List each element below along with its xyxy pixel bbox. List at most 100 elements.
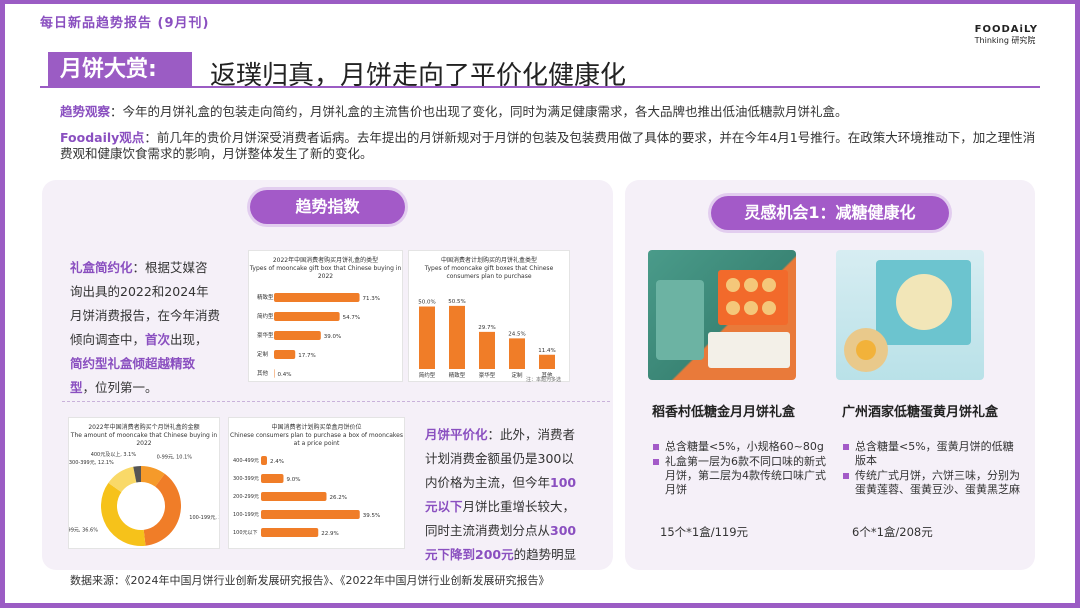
c1-bar (274, 331, 321, 340)
c1-value-label: 54.7% (343, 315, 360, 321)
para1-text2: 出现， (170, 332, 208, 347)
c4-bar (261, 456, 267, 465)
c4-plot: 400-499元 2.4% 300-399元 9.0% 200-299元 26.2% 100… (233, 456, 380, 537)
c2-bar (479, 331, 495, 369)
c4-bar (261, 528, 319, 537)
c2-title-en: Types of mooncake gift boxes that Chines… (424, 265, 554, 280)
c4-row-label: 400-499元 (233, 458, 259, 464)
c2-bar (449, 305, 465, 369)
series-title: 每日新品趋势报告 (9月刊) (40, 16, 210, 31)
product-1-bullets: 总含糖量<5%，小规格60~80g 礼盒第一层为6款不同口味的新式月饼，第二层为… (652, 440, 830, 498)
product-name-1: 稻香村低糖金月月饼礼盒 (652, 405, 796, 420)
list-item: 总含糖量<5%，小规格60~80g (652, 440, 830, 454)
trend-index-pill: 趋势指数 (250, 190, 405, 224)
logo-line1: FOODAiLY (974, 24, 1038, 35)
c4-value-label: 2.4% (270, 459, 284, 465)
c3-slice-label: 0-99元, 10.1% (157, 454, 193, 460)
list-item: 礼盒第一层为6款不同口味的新式月饼，第二层为4款传统口味广式月饼 (652, 455, 830, 497)
brand-logo: FOODAiLY Thinking 研究院 (975, 24, 1038, 46)
product-2-price: 6个*1盒/208元 (852, 525, 933, 539)
c1-row-label: 豪华型 (257, 331, 274, 339)
c1-bar (274, 312, 340, 321)
observation-text: ：今年的月饼礼盒的包装走向简约，月饼礼盒的主流售价也出现了变化，同时为满足健康需… (110, 104, 848, 119)
c2-category-label: 定制 (511, 371, 523, 379)
mooncake-box-illustration (656, 270, 790, 368)
title-divider (40, 86, 1040, 88)
c4-bar (261, 510, 360, 519)
purchase-amount-2022-chart: 2022年中国消费者购买个月饼礼盒的金额 The amount of moonc… (53, 417, 235, 549)
c2-value-label: 50.0% (418, 300, 435, 306)
c2-category-label: 精致型 (449, 371, 466, 379)
product-image-guangzhou (836, 250, 984, 380)
c1-title-en: Types of mooncake gift box that Chinese … (249, 265, 402, 280)
c4-bar (261, 492, 327, 501)
list-item: 传统广式月饼，六饼三味，分别为蛋黄莲蓉、蛋黄豆沙、蛋黄黑芝麻 (842, 469, 1020, 497)
section-tag: 月饼大赏: (48, 52, 192, 88)
c3-title-cn: 2022年中国消费者购买个月饼礼盒的金额 (88, 424, 200, 431)
c4-row-label: 100-199元 (233, 512, 259, 518)
c1-row-label: 精致型 (257, 293, 274, 301)
foodaily-viewpoint: Foodaily观点：前几年的贵价月饼深受消费者诟病。去年提出的月饼新规对于月饼… (60, 130, 1040, 162)
c3-title-en: The amount of mooncake that Chinese buyi… (70, 432, 218, 447)
c4-bar (261, 474, 284, 483)
list-item: 总含糖量<5%，蛋黄月饼的低糖版本 (842, 440, 1020, 468)
para2-text3: 的趋势明显 (513, 547, 577, 562)
c2-value-label: 29.7% (478, 325, 495, 331)
c3-slice (101, 482, 146, 546)
c2-bar (419, 306, 435, 369)
c1-bar (274, 350, 296, 359)
c2-value-label: 11.4% (538, 348, 555, 354)
c1-value-label: 71.3% (363, 296, 380, 302)
product-1-price: 15个*1盒/119元 (660, 525, 749, 539)
c4-value-label: 9.0% (287, 477, 301, 483)
para1-text3: ，位列第一。 (82, 380, 158, 395)
c1-value-label: 39.0% (324, 334, 341, 340)
c3-slice-label: 100-199元, 38.1% (189, 515, 219, 521)
c1-row-label: 简约型 (257, 312, 274, 320)
section-divider (62, 401, 610, 402)
c3-slice-label: 300-399元, 12.1% (69, 460, 114, 466)
product-name-2: 广州酒家低糖蛋黄月饼礼盒 (842, 405, 999, 420)
inspiration-pill: 灵感机会1：减糖健康化 (711, 196, 949, 230)
mooncake-tin-illustration (844, 260, 971, 372)
c3-slice (143, 473, 181, 546)
c2-value-label: 24.5% (508, 331, 525, 337)
gift-box-type-2022-chart: 2022年中国消费者购买月饼礼盒的类型 Types of mooncake gi… (248, 250, 403, 382)
para1-key1: 礼盒简约化 (70, 260, 133, 275)
viewpoint-text: ：前几年的贵价月饼深受消费者诟病。去年提出的月饼新规对于月饼的包装及包装费用做了… (60, 130, 1036, 161)
c3-slice-label: 400元及以上, 3.1% (91, 451, 137, 458)
c2-note: 注：本题为多选 (526, 376, 561, 383)
c2-bar (539, 354, 555, 369)
c2-title-cn: 中国消费者计划购买的月饼礼盒类型 (440, 257, 537, 264)
c4-value-label: 22.9% (321, 531, 338, 537)
c2-category-label: 豪华型 (479, 371, 496, 379)
viewpoint-label: Foodaily观点 (60, 130, 145, 145)
simple-box-paragraph: 礼盒简约化：根据艾媒咨询出具的2022和2024年月饼消费报告，在今年消费倾向调… (70, 256, 220, 400)
c1-row-label: 定制 (257, 350, 269, 358)
c4-value-label: 26.2% (330, 495, 347, 501)
c1-plot: 精致型 71.3% 简约型 54.7% 豪华型 39.0% 定制 17.7% 其他 0.4% (257, 293, 380, 378)
para1-key2: 首次 (145, 332, 171, 347)
observation-label: 趋势观察 (60, 104, 111, 119)
c4-title-en: Chinese consumers plan to purchase a box… (230, 432, 403, 447)
c2-value-label: 50.5% (448, 299, 465, 305)
product-image-daoxiangcun (648, 250, 796, 380)
c2-category-label: 简约型 (419, 371, 436, 379)
c1-title-cn: 2022年中国消费者购买月饼礼盒的类型 (272, 257, 379, 264)
c4-row-label: 300-399元 (233, 476, 259, 482)
c4-row-label: 200-299元 (233, 494, 259, 500)
c1-value-label: 0.4% (277, 372, 291, 378)
product-2-bullets: 总含糖量<5%，蛋黄月饼的低糖版本 传统广式月饼，六饼三味，分别为蛋黄莲蓉、蛋黄… (842, 440, 1020, 498)
trend-observation: 趋势观察：今年的月饼礼盒的包装走向简约，月饼礼盒的主流售价也出现了变化，同时为满… (60, 104, 1040, 120)
c1-bar (274, 293, 360, 302)
c2-plot: 50.0%简约型50.5%精致型29.7%豪华型24.5%定制11.4%其他注：… (418, 299, 561, 383)
c2-bar (509, 338, 525, 369)
c4-title-cn: 中国消费者计划购买单盒月饼价位 (271, 424, 362, 431)
para2-key1: 月饼平价化 (425, 427, 488, 442)
c1-row-label: 其他 (257, 369, 269, 377)
c3-plot: 0-99元, 10.1% 100-199元, 38.1% 200-299元, 36.… (53, 451, 235, 546)
c4-row-label: 100元以下 (233, 530, 258, 536)
planned-box-type-chart: 中国消费者计划购买的月饼礼盒类型 Types of mooncake gift … (408, 250, 570, 383)
c3-slice-label: 200-299元, 36.6% (69, 527, 98, 533)
data-source: 数据来源：《2024年中国月饼行业创新发展研究报告》、《2022年中国月饼行业创… (70, 574, 550, 587)
